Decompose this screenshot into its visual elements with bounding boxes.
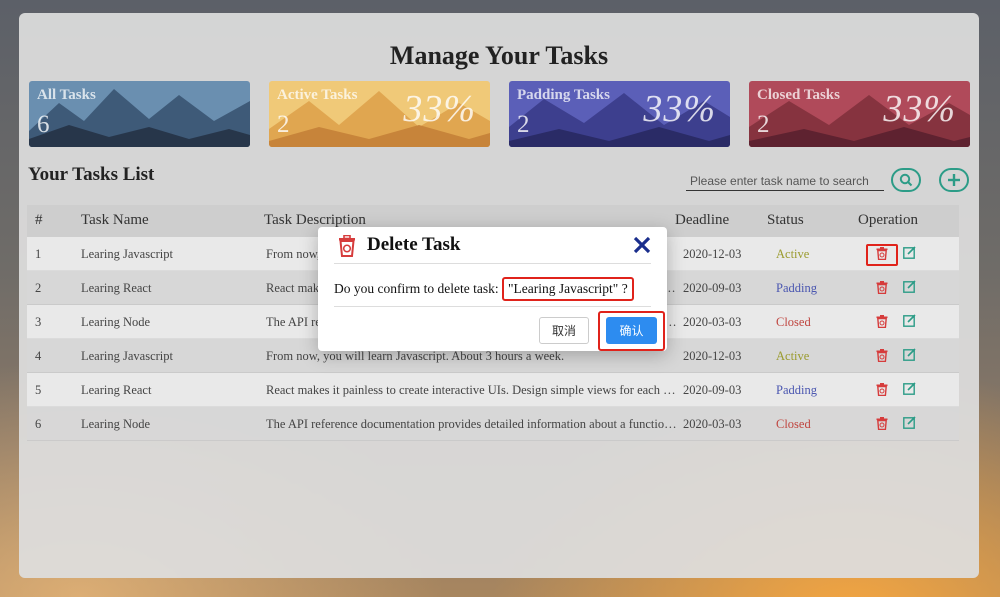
modal-overlay: Delete Task Do you confirm to delete tas… (0, 0, 1000, 597)
dialog-message: Do you confirm to delete task: "Learing … (334, 277, 634, 301)
dialog-header: Delete Task (334, 227, 651, 264)
confirm-highlight: 确认 (598, 311, 665, 351)
dialog-title: Delete Task (367, 234, 461, 255)
confirm-button[interactable]: 确认 (606, 317, 657, 344)
close-icon[interactable] (633, 236, 651, 254)
dialog-message-prefix: Do you confirm to delete task: (334, 281, 502, 296)
dialog-task-name: "Learing Javascript" ? (501, 277, 634, 301)
cancel-button[interactable]: 取消 (539, 317, 589, 344)
trash-icon (339, 235, 355, 257)
delete-task-dialog: Delete Task Do you confirm to delete tas… (318, 227, 667, 351)
dialog-divider (334, 306, 651, 307)
